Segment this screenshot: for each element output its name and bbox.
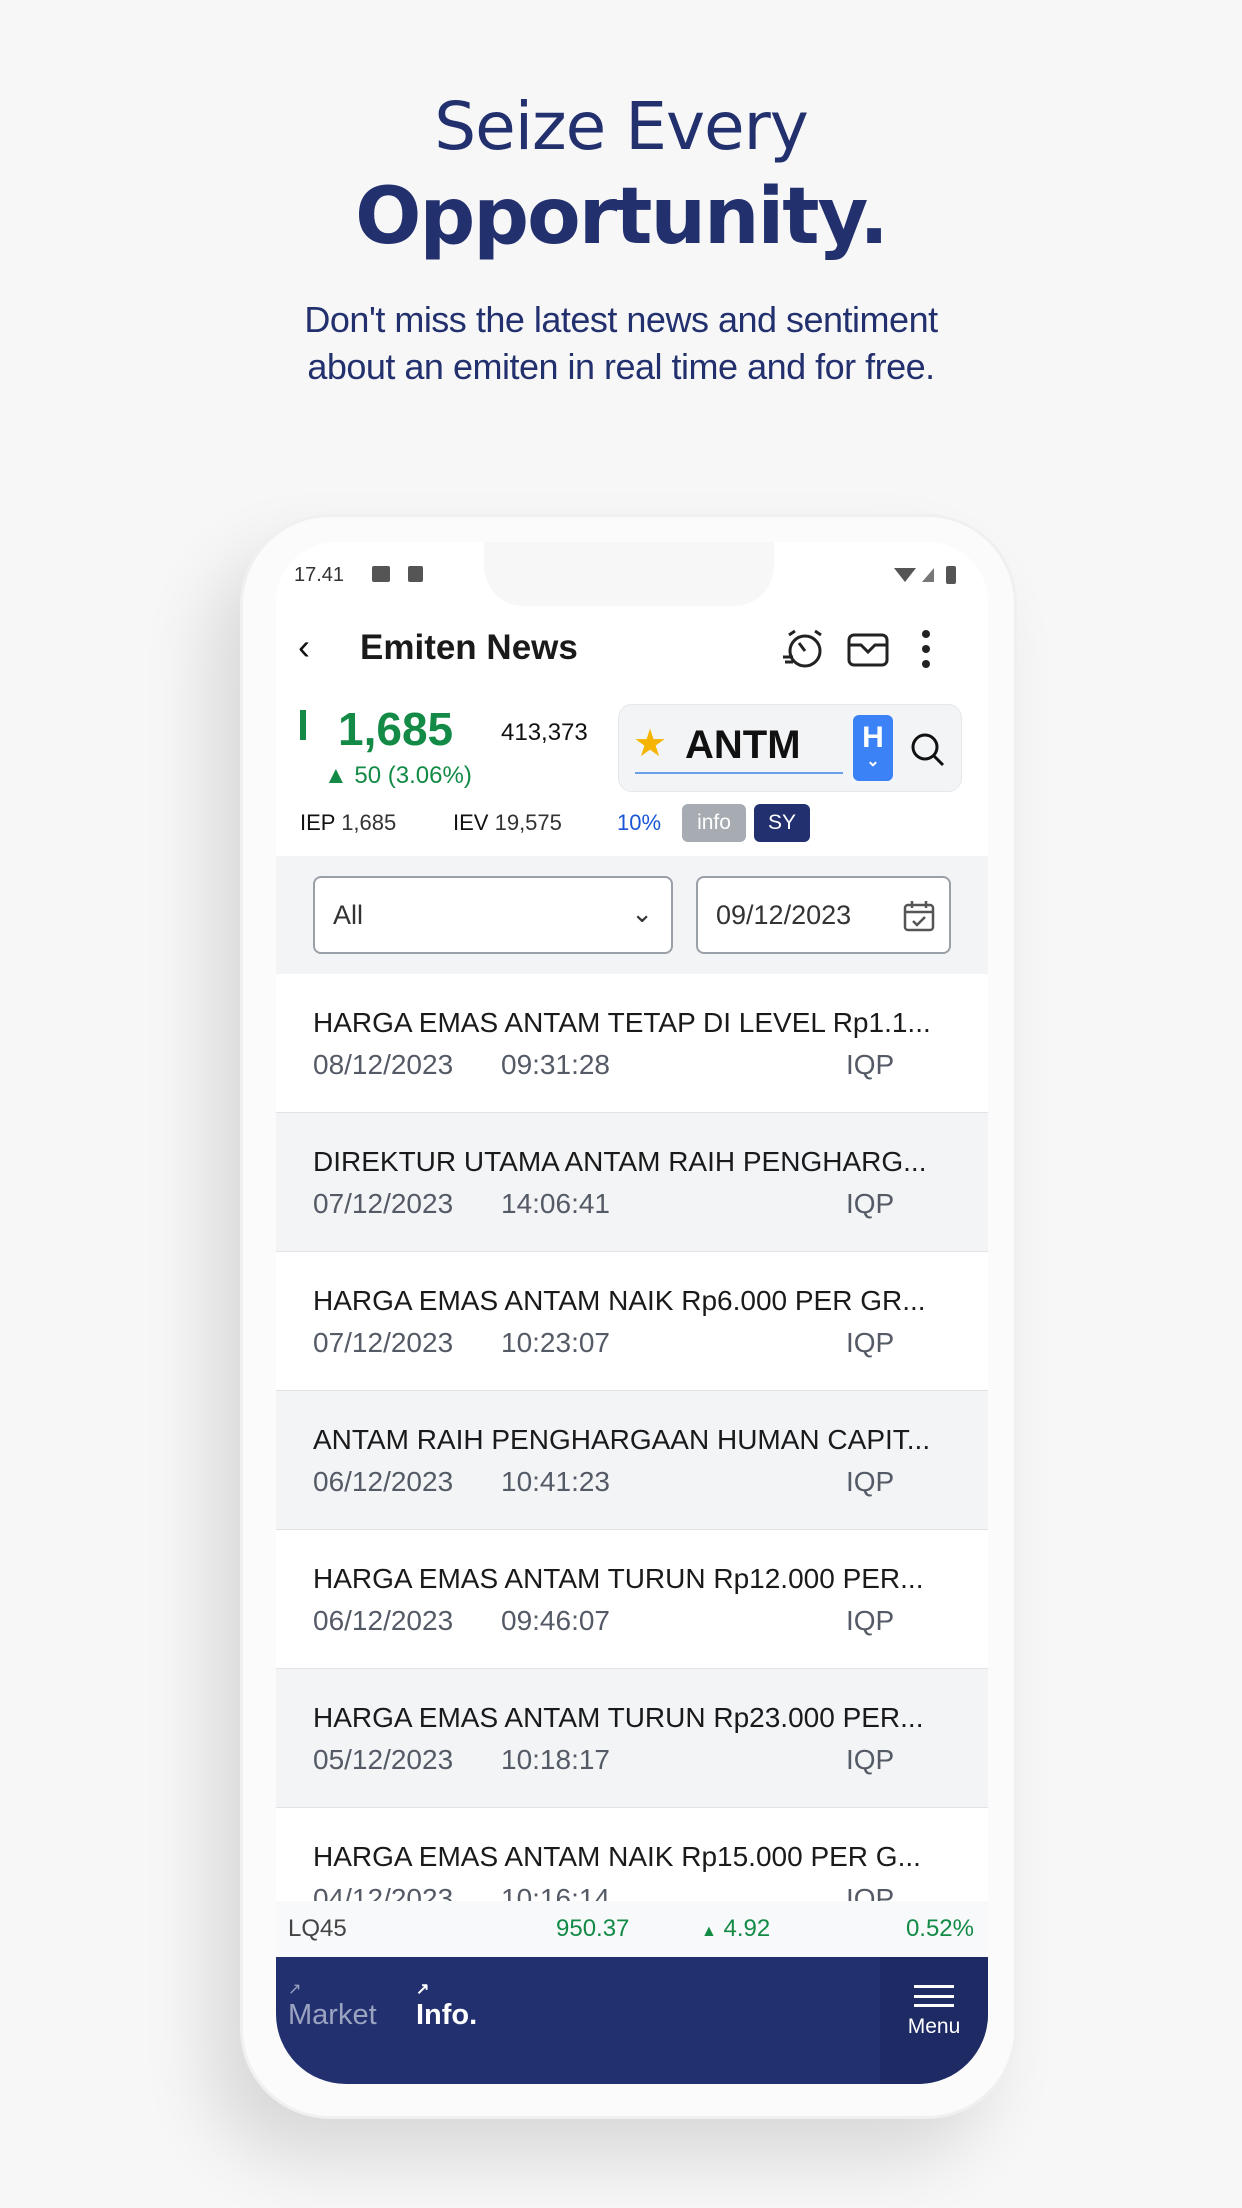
more-icon[interactable] [920,628,932,670]
symbol-search-box[interactable]: ★ ANTM H ⌄ [618,704,962,792]
nav-info[interactable]: ↗ Info. [416,1979,477,2032]
price-change: ▲ 50 (3.06%) [324,762,472,789]
alarm-clock-icon[interactable] [781,627,825,671]
news-item[interactable]: ANTAM RAIH PENGHARGAAN HUMAN CAPIT... 06/… [276,1391,988,1530]
sy-tag[interactable]: SY [754,804,810,842]
arrow-icon: ↗ [416,1981,430,1998]
news-date: 07/12/2023 [313,1327,454,1358]
category-value: All [333,900,364,930]
phone-screen: 17.41 ‹ Emiten News 1,685 ▲ 50 (3.06%) 4… [276,542,988,2084]
news-date: 06/12/2023 [313,1605,454,1636]
volume: 413,373 [501,719,588,746]
filter-bar: All ⌄ 09/12/2023 [276,856,988,974]
news-time: 10:23:07 [501,1327,610,1358]
star-icon[interactable]: ★ [633,721,667,766]
date-picker[interactable]: 09/12/2023 [696,876,951,954]
chevron-down-icon: ⌄ [631,898,653,928]
news-time: 09:46:07 [501,1605,610,1636]
menu-button[interactable]: Menu [880,1957,988,2084]
news-time: 10:41:23 [501,1466,610,1497]
news-title: DIREKTUR UTAMA ANTAM RAIH PENGHARG... [313,1146,927,1177]
a-icon [408,566,423,582]
index-ticker[interactable]: LQ45 950.37 ▲ 4.92 0.52% [276,1901,988,1957]
iep-value: 1,685 [341,810,397,835]
news-title: HARGA EMAS ANTAM TETAP DI LEVEL Rp1.1... [313,1007,931,1038]
news-title: ANTAM RAIH PENGHARGAAN HUMAN CAPIT... [313,1424,931,1455]
status-time: 17.41 [294,564,345,586]
news-date: 05/12/2023 [313,1744,454,1775]
iev-value: 19,575 [494,810,562,835]
board-selector[interactable]: H ⌄ [853,715,893,781]
last-price: 1,685 [338,703,454,755]
hero-title-line1: Seize Every [434,88,809,165]
news-time: 09:31:28 [501,1049,610,1080]
news-item[interactable]: HARGA EMAS ANTAM TURUN Rp23.000 PER... 05… [276,1669,988,1808]
page-title: Emiten News [360,628,578,667]
chevron-down-icon: ⌄ [866,753,880,770]
arrow-icon: ↗ [288,1981,302,1998]
ticker-change-value: 4.92 [723,1915,771,1942]
news-time: 14:06:41 [501,1188,610,1219]
ticker-value: 950.37 [556,1915,630,1942]
news-date: 06/12/2023 [313,1466,454,1497]
nav-market[interactable]: ↗ Market [288,1979,377,2032]
ticker-index: LQ45 [288,1915,347,1942]
news-date: 07/12/2023 [313,1188,454,1219]
news-title: HARGA EMAS ANTAM TURUN Rp23.000 PER... [313,1702,924,1733]
news-source: IQP [846,1744,895,1775]
news-title: HARGA EMAS ANTAM NAIK Rp6.000 PER GR... [313,1285,926,1316]
board-label: H [862,721,884,754]
up-arrow-icon: ▲ [701,1923,717,1940]
percent-limit: 10% [617,810,662,835]
news-title: HARGA EMAS ANTAM TURUN Rp12.000 PER... [313,1563,924,1594]
category-dropdown[interactable]: All ⌄ [313,876,673,954]
news-item[interactable]: HARGA EMAS ANTAM NAIK Rp6.000 PER GR... 0… [276,1252,988,1391]
news-date: 08/12/2023 [313,1049,454,1080]
news-item[interactable]: DIREKTUR UTAMA ANTAM RAIH PENGHARG... 07/… [276,1113,988,1252]
bottom-nav: ↗ Market ↗ Info. Menu [276,1957,988,2084]
news-item[interactable]: HARGA EMAS ANTAM TETAP DI LEVEL Rp1.1...… [276,974,988,1113]
iep-label: IEP [300,810,336,835]
subtitle-line: about an emiten in real time and for fre… [307,346,935,387]
hamburger-icon [914,1985,954,2007]
news-item[interactable]: HARGA EMAS ANTAM TURUN Rp12.000 PER... 06… [276,1530,988,1669]
iep: IEP 1,685 [300,810,396,836]
notch [484,542,774,606]
news-source: IQP [846,1188,895,1219]
news-time: 10:18:17 [501,1744,610,1775]
search-icon[interactable] [909,731,947,769]
ticker-percent: 0.52% [905,1915,974,1942]
iev-label: IEV [453,810,489,835]
calendar-icon [903,901,935,932]
news-title: HARGA EMAS ANTAM NAIK Rp15.000 PER G... [313,1841,921,1872]
menu-label: Menu [907,2015,961,2038]
news-source: IQP [846,1049,895,1080]
nav-market-label: Market [288,1999,377,2031]
signal-battery-icons [894,566,956,584]
news-source: IQP [846,1466,895,1497]
info-tag[interactable]: info [682,804,746,842]
symbol-input[interactable]: ANTM [685,723,801,768]
news-source: IQP [846,1605,895,1636]
hero-subtitle: Don't miss the latest news and sentiment… [0,296,1242,390]
input-underline [635,772,843,774]
inbox-icon[interactable] [846,629,890,669]
news-source: IQP [846,1327,895,1358]
nav-info-label: Info. [416,1999,478,2031]
change-value: 50 (3.06%) [354,762,472,789]
ticker-change: ▲ 4.92 [701,1901,770,1960]
hero-title-line2: Opportunity. [355,172,889,262]
subtitle-line: Don't miss the latest news and sentiment [304,299,938,340]
date-value: 09/12/2023 [716,900,852,930]
iev: IEV 19,575 [453,810,562,836]
back-button[interactable]: ‹ [298,626,310,668]
image-icon [372,566,390,582]
candle-icon [300,710,306,740]
